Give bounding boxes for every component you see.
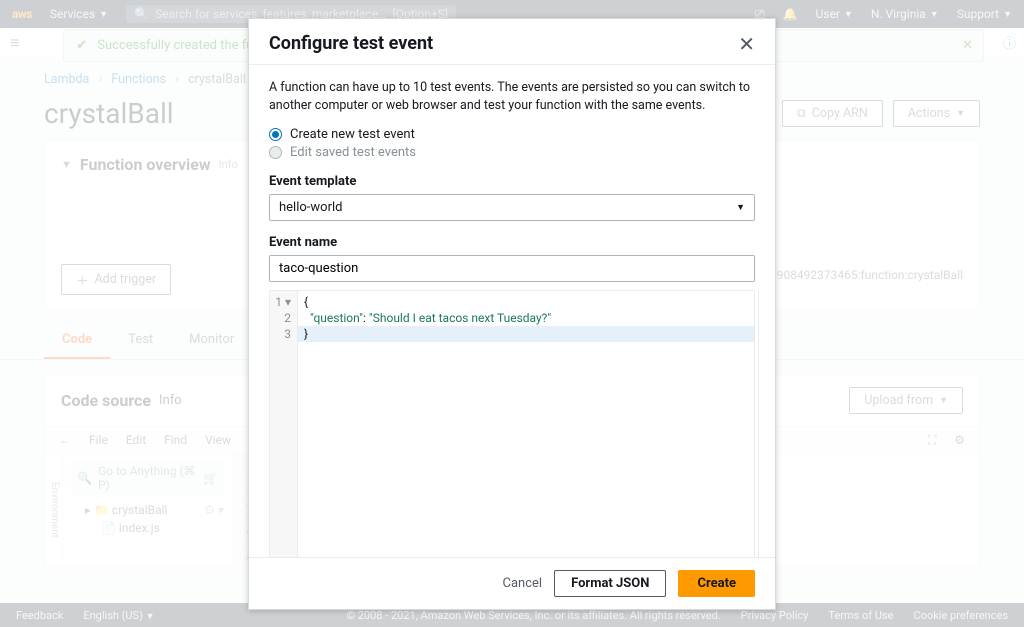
event-template-select[interactable]: hello-world ▼ (269, 194, 755, 221)
radio-create-new[interactable]: Create new test event (269, 127, 755, 142)
editor-ruler (758, 291, 759, 557)
close-icon[interactable]: ✕ (738, 34, 755, 54)
event-template-label: Event template (269, 174, 755, 189)
format-json-button[interactable]: Format JSON (554, 570, 666, 597)
radio-on-icon (269, 128, 282, 141)
event-json-editor[interactable]: 1 ▾23 { "question": "Should I eat tacos … (269, 290, 755, 557)
editor-content[interactable]: { "question": "Should I eat tacos next T… (298, 291, 754, 345)
radio-off-icon (269, 146, 282, 159)
editor-gutter: 1 ▾23 (270, 291, 298, 557)
event-name-input[interactable] (269, 255, 755, 282)
event-template-value: hello-world (279, 200, 342, 215)
chevron-down-icon: ▼ (736, 202, 745, 213)
radio-edit-saved-label: Edit saved test events (290, 145, 416, 160)
radio-create-new-label: Create new test event (290, 127, 415, 142)
event-name-label: Event name (269, 235, 755, 250)
modal-description: A function can have up to 10 test events… (269, 79, 755, 115)
configure-test-event-modal: Configure test event ✕ A function can ha… (248, 18, 776, 610)
cancel-button[interactable]: Cancel (503, 576, 543, 591)
modal-title: Configure test event (269, 33, 738, 54)
radio-edit-saved: Edit saved test events (269, 145, 755, 160)
create-button[interactable]: Create (678, 570, 755, 597)
